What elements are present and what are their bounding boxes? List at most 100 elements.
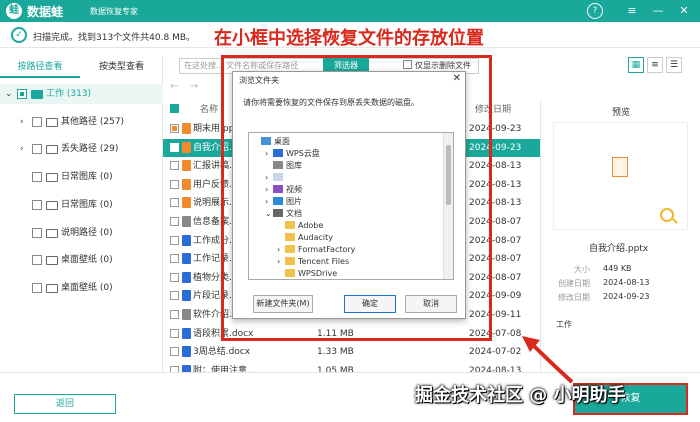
preview-box: [553, 122, 688, 230]
magnify-icon[interactable]: [660, 208, 674, 222]
tree-checkbox[interactable]: [32, 117, 42, 127]
nav-back-icon[interactable]: ←: [170, 81, 178, 92]
chevron-down-icon[interactable]: ⌄: [5, 84, 13, 104]
expand-icon[interactable]: ⌄: [265, 208, 273, 220]
folder-tree-item[interactable]: › FormatFactory: [277, 244, 355, 256]
file-type-icon: [182, 160, 191, 172]
help-button[interactable]: ?: [587, 3, 603, 19]
expand-icon[interactable]: ›: [265, 184, 273, 196]
tab-by-type[interactable]: 按类型查看: [80, 56, 163, 78]
folder-tree-item[interactable]: WPSDrive: [277, 268, 337, 279]
expand-icon[interactable]: ›: [265, 172, 273, 184]
folder-tree[interactable]: 桌面 › WPS云盘 图库 › › 视频 › 图片 ⌄ 文档 Adobe Audacity › Format…: [248, 132, 454, 280]
preview-title: 预览: [612, 108, 631, 118]
title-bar: 蛙 数据蛙 数据恢复专家 ? ≡ — ✕: [0, 0, 700, 22]
tree-checkbox[interactable]: [17, 89, 27, 99]
folder-tree-item[interactable]: 图库: [265, 160, 302, 172]
folder-icon: [46, 118, 58, 127]
file-date: 2024-08-13: [469, 198, 522, 209]
preview-file-name: 自我介绍.pptx: [589, 244, 649, 254]
file-row[interactable]: 语段积累.docx 1.11 MB 2024-07-08: [163, 325, 540, 344]
row-checkbox[interactable]: [170, 161, 179, 171]
tree-item-wallpaper-2[interactable]: 桌面壁纸 (0): [0, 278, 163, 298]
browse-folder-dialog: 浏览文件夹 ✕ 请你将需要恢复的文件保存到原丢失数据的磁盘。 桌面 › WPS云盘图…: [232, 71, 466, 319]
expand-icon[interactable]: ›: [277, 256, 285, 268]
row-checkbox[interactable]: [170, 179, 179, 189]
column-name[interactable]: 名称: [200, 100, 218, 120]
expand-icon[interactable]: ›: [277, 244, 285, 256]
file-name: 语段积累.docx: [193, 328, 254, 339]
chevron-right-icon[interactable]: ›: [20, 112, 24, 132]
preview-panel: 预览 自我介绍.pptx 大小 449 KB 创建日期 2024-08-13 修…: [540, 100, 700, 372]
row-checkbox[interactable]: [170, 235, 179, 245]
only-deleted-checkbox[interactable]: 仅显示删除文件: [403, 60, 471, 71]
folder-tree-item[interactable]: ›: [265, 172, 286, 184]
folder-tree-item[interactable]: › 视频: [265, 184, 302, 196]
scan-status-text: 扫描完成。找到313个文件共40.8 MB。: [33, 33, 196, 43]
tree-item-lost-path[interactable]: › 丢失路径 (29): [0, 139, 163, 159]
menu-button[interactable]: ≡: [624, 3, 640, 19]
dialog-close-button[interactable]: ✕: [453, 73, 461, 84]
folder-label: Adobe: [298, 221, 324, 230]
row-checkbox[interactable]: [170, 272, 179, 282]
tree-item-daily-gallery-2[interactable]: 日常图库 (0): [0, 195, 163, 215]
tree-item-wallpaper[interactable]: 桌面壁纸 (0): [0, 250, 163, 270]
folder-tree-item[interactable]: › Tencent Files: [277, 256, 349, 268]
size-value: 449 KB: [603, 264, 632, 273]
column-date[interactable]: 修改日期: [475, 100, 511, 120]
row-checkbox[interactable]: [170, 254, 179, 264]
row-checkbox[interactable]: [170, 142, 179, 152]
tree-item-work[interactable]: ⌄ 工作 (313): [0, 84, 163, 104]
tree-checkbox[interactable]: [32, 144, 42, 154]
tree-checkbox[interactable]: [32, 200, 42, 210]
expand-icon[interactable]: ›: [265, 148, 273, 160]
row-checkbox[interactable]: [170, 217, 179, 226]
watermark-text: 掘金技术社区 @ 小明助手: [415, 385, 626, 406]
row-checkbox[interactable]: [170, 124, 179, 133]
new-folder-button[interactable]: 新建文件夹(M): [253, 295, 313, 313]
tree-item-daily-gallery[interactable]: 日常图库 (0): [0, 167, 163, 187]
row-checkbox[interactable]: [170, 198, 179, 208]
folder-icon: [285, 233, 295, 241]
list-view-button[interactable]: ≡: [647, 57, 663, 73]
close-button[interactable]: ✕: [676, 3, 692, 19]
folder-tree-item[interactable]: Adobe: [277, 220, 323, 232]
grid-view-button[interactable]: ▦: [628, 57, 644, 73]
select-all-checkbox[interactable]: [170, 100, 179, 120]
tree-item-other-path[interactable]: › 其他路径 (257): [0, 112, 163, 132]
detail-view-button[interactable]: ☰: [666, 57, 682, 73]
folder-tree-scrollbar[interactable]: [443, 133, 453, 279]
folder-tree-item[interactable]: ⌄ 文档: [265, 208, 302, 220]
row-checkbox[interactable]: [170, 310, 179, 319]
file-date: 2024-08-07: [469, 217, 522, 227]
row-checkbox[interactable]: [170, 347, 179, 357]
file-row[interactable]: 3周总结.docx 1.33 MB 2024-07-02: [163, 343, 540, 362]
folder-tree-item[interactable]: Audacity: [277, 232, 333, 244]
tab-by-path[interactable]: 按路径查看: [0, 56, 80, 78]
tree-checkbox[interactable]: [32, 283, 42, 293]
minimize-button[interactable]: —: [650, 3, 666, 19]
cancel-button[interactable]: 取消: [405, 295, 457, 313]
tree-checkbox[interactable]: [32, 172, 42, 182]
back-button[interactable]: 返回: [14, 394, 116, 414]
file-date: 2024-07-08: [469, 328, 522, 339]
file-date: 2024-09-23: [469, 124, 522, 134]
row-checkbox[interactable]: [170, 291, 179, 301]
tree-item-doc-path[interactable]: 说明路径 (0): [0, 223, 163, 243]
tree-checkbox[interactable]: [32, 255, 42, 265]
file-type-icon: [182, 290, 191, 302]
row-checkbox[interactable]: [170, 328, 179, 338]
chevron-right-icon[interactable]: ›: [20, 139, 24, 159]
expand-icon[interactable]: ›: [265, 196, 273, 208]
folder-icon: [261, 137, 271, 145]
tree-checkbox[interactable]: [32, 228, 42, 238]
folder-icon: [46, 284, 58, 293]
ok-button[interactable]: 确定: [344, 295, 396, 313]
created-label: 创建日期: [558, 279, 590, 288]
folder-tree-item[interactable]: 桌面: [253, 136, 290, 148]
nav-forward-icon[interactable]: →: [190, 81, 198, 92]
folder-icon: [46, 173, 58, 182]
folder-tree-item[interactable]: › WPS云盘: [265, 148, 320, 160]
folder-tree-item[interactable]: › 图片: [265, 196, 302, 208]
checkbox-box[interactable]: [403, 60, 412, 69]
